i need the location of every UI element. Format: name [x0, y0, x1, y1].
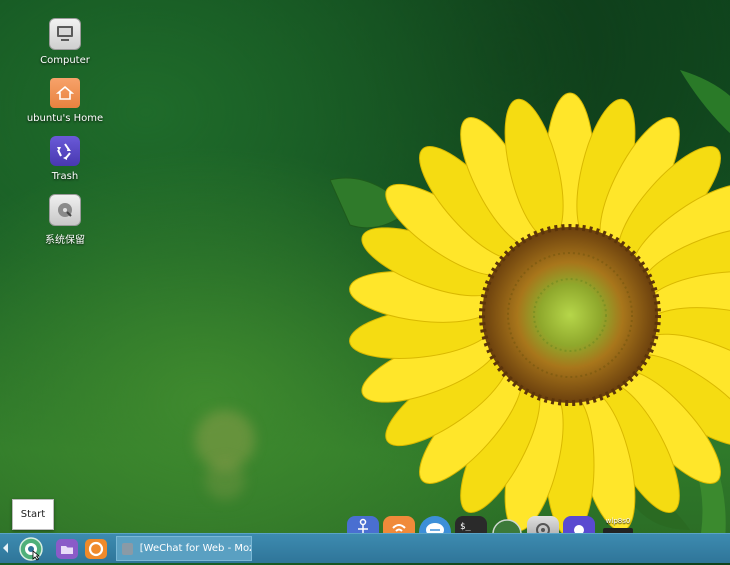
- anchor-icon[interactable]: [347, 516, 379, 533]
- desktop-icon-reserved[interactable]: 系统保留: [17, 194, 113, 246]
- svg-text:$_: $_: [460, 522, 471, 532]
- chat-icon[interactable]: [419, 516, 451, 533]
- desktop-icon-home[interactable]: ubuntu's Home: [17, 78, 113, 124]
- desktop-icon-label: ubuntu's Home: [26, 113, 104, 124]
- sunflower-wallpaper: [330, 70, 730, 533]
- desktop-icon-label: Trash: [51, 171, 79, 182]
- browser-launcher[interactable]: [84, 537, 108, 561]
- taskbar: [WeChat for Web - Moz...: [0, 533, 730, 563]
- desktop-icon-computer[interactable]: Computer: [17, 18, 113, 66]
- desktop-icon-trash[interactable]: Trash: [17, 136, 113, 182]
- trash-icon: [50, 136, 80, 166]
- feed-icon[interactable]: [383, 516, 415, 533]
- window-app-icon: [122, 542, 133, 555]
- computer-icon: [49, 18, 81, 50]
- window-title: [WeChat for Web - Moz...: [139, 543, 251, 554]
- taskbar-window-wechat[interactable]: [WeChat for Web - Moz...: [116, 536, 252, 561]
- bokeh-light: [205, 460, 245, 500]
- disk-icon: [49, 194, 81, 226]
- terminal-icon[interactable]: $_: [455, 516, 487, 533]
- start-menu-icon: [19, 537, 43, 561]
- file-manager-launcher[interactable]: [55, 537, 79, 561]
- settings-icon[interactable]: [527, 516, 559, 533]
- globe-icon[interactable]: [491, 516, 523, 533]
- dock: $_ wlp8s0: [347, 516, 637, 533]
- desktop: Computer ubuntu's Home Trash 系统保留 $_ wlp…: [0, 0, 730, 533]
- desktop-icon-label: 系统保留: [45, 235, 85, 246]
- browser-icon: [85, 539, 107, 559]
- taskbar-scroll-left-icon[interactable]: [3, 543, 8, 553]
- desktop-icon-label: Computer: [40, 55, 90, 66]
- network-tray[interactable]: wlp8s0: [599, 516, 637, 533]
- start-tooltip: Start: [12, 499, 54, 530]
- start-menu-button[interactable]: [19, 537, 43, 561]
- home-folder-icon: [50, 78, 80, 108]
- app-icon[interactable]: [563, 516, 595, 533]
- network-label: wlp8s0: [605, 517, 631, 525]
- file-manager-icon: [56, 539, 78, 559]
